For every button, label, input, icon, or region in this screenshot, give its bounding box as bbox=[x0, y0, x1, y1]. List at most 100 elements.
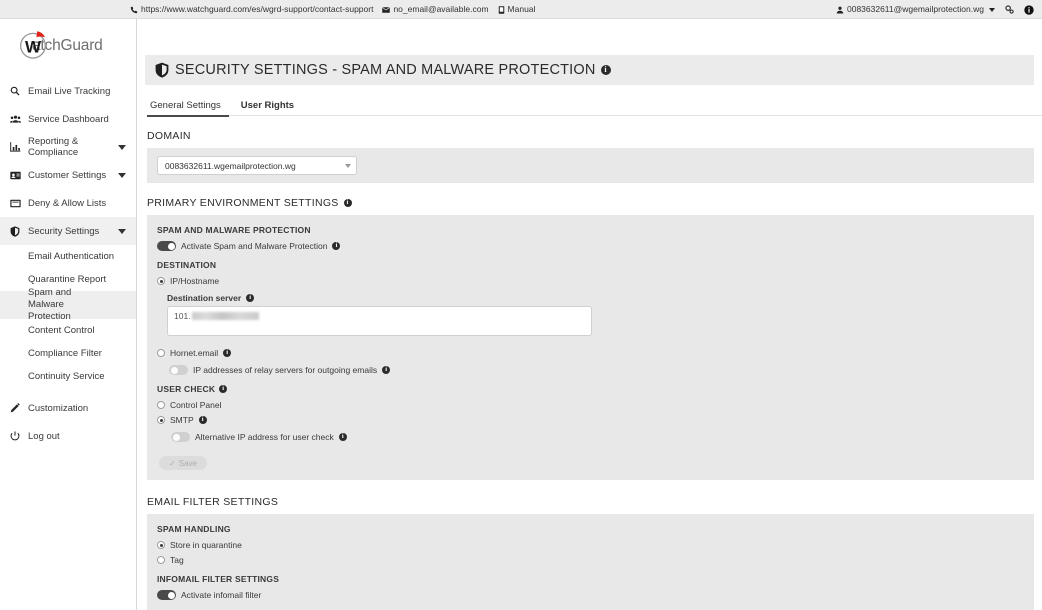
people-icon bbox=[10, 114, 28, 124]
sidebar-label: Service Dashboard bbox=[28, 114, 126, 125]
sidebar-subitem-continuity-service[interactable]: Continuity Service bbox=[0, 365, 136, 388]
info-icon[interactable]: i bbox=[246, 294, 254, 302]
destination-option-label: IP/Hostname bbox=[170, 276, 219, 286]
manual-link[interactable]: Manual bbox=[498, 5, 536, 14]
manual-book-icon bbox=[498, 6, 505, 14]
relay-servers-row: IP addresses of relay servers for outgoi… bbox=[169, 363, 1034, 377]
support-url-link[interactable]: https://www.watchguard.com/es/wgrd-suppo… bbox=[130, 5, 373, 14]
sidebar-item-deny-allow-lists[interactable]: Deny & Allow Lists bbox=[0, 189, 136, 217]
sidebar-sublabel: Email Authentication bbox=[28, 251, 114, 263]
relay-servers-toggle[interactable] bbox=[169, 365, 188, 375]
radio-icon[interactable] bbox=[157, 349, 165, 357]
sidebar-item-customization[interactable]: Customization bbox=[0, 394, 136, 422]
id-card-icon bbox=[10, 171, 28, 180]
support-url-text: https://www.watchguard.com/es/wgrd-suppo… bbox=[141, 5, 373, 14]
sidebar-sublabel: Compliance Filter bbox=[28, 348, 102, 360]
info-icon[interactable]: i bbox=[199, 416, 207, 424]
infomail-group-label: INFOMAIL FILTER SETTINGS bbox=[157, 574, 1034, 584]
sidebar-item-customer-settings[interactable]: Customer Settings bbox=[0, 161, 136, 189]
bar-chart-icon bbox=[10, 142, 28, 152]
destination-server-label: Destination server i bbox=[167, 293, 1034, 303]
destination-server-input[interactable]: 101. bbox=[167, 306, 592, 336]
save-button-label: Save bbox=[179, 459, 197, 468]
shield-icon bbox=[10, 226, 28, 237]
alternative-ip-toggle[interactable] bbox=[171, 432, 190, 442]
radio-icon[interactable] bbox=[157, 277, 165, 285]
sidebar-label: Security Settings bbox=[28, 226, 118, 237]
tab-general-settings[interactable]: General Settings bbox=[147, 100, 229, 117]
chevron-down-icon[interactable] bbox=[118, 229, 126, 234]
sidebar-label: Customer Settings bbox=[28, 170, 118, 181]
spam-malware-group-label: SPAM AND MALWARE PROTECTION bbox=[157, 225, 1034, 235]
mail-icon bbox=[382, 6, 390, 14]
sidebar-sublabel: Quarantine Report bbox=[28, 274, 106, 286]
sidebar-label: Deny & Allow Lists bbox=[28, 198, 126, 209]
save-button[interactable]: ✓ Save bbox=[159, 456, 207, 470]
tab-user-rights[interactable]: User Rights bbox=[238, 100, 302, 116]
sidebar-item-log-out[interactable]: Log out bbox=[0, 422, 136, 450]
chevron-down-icon bbox=[989, 8, 995, 12]
primary-env-heading-text: PRIMARY ENVIRONMENT SETTINGS bbox=[147, 197, 339, 209]
radio-icon[interactable] bbox=[157, 541, 165, 549]
spam-handling-option-store[interactable]: Store in quarantine bbox=[157, 538, 1034, 552]
domain-section-heading: DOMAIN bbox=[147, 130, 1042, 142]
chevron-down-icon[interactable] bbox=[345, 164, 351, 168]
info-icon[interactable] bbox=[1024, 5, 1034, 15]
destination-option-hornet-email[interactable]: Hornet.email i bbox=[157, 346, 1034, 360]
domain-select[interactable]: 0083632611.wgemailprotection.wg bbox=[157, 156, 357, 175]
topbar-account-area: 0083632611@wgemailprotection.wg bbox=[836, 0, 1034, 19]
support-email-link[interactable]: no_email@available.com bbox=[382, 5, 488, 14]
radio-icon[interactable] bbox=[157, 416, 165, 424]
activate-infomail-toggle[interactable] bbox=[157, 590, 176, 600]
user-check-option-smtp[interactable]: SMTP i bbox=[157, 413, 1034, 427]
activate-infomail-row: Activate infomail filter bbox=[157, 588, 1034, 602]
email-filter-heading-text: EMAIL FILTER SETTINGS bbox=[147, 496, 278, 508]
domain-select-value: 0083632611.wgemailprotection.wg bbox=[165, 161, 345, 171]
sidebar-sublabel: Content Control bbox=[28, 325, 95, 337]
info-icon[interactable]: i bbox=[332, 242, 340, 250]
sidebar-subitem-spam-and-malware-protection[interactable]: Spam and Malware Protection bbox=[0, 291, 136, 319]
svg-text:W: W bbox=[25, 37, 42, 56]
info-icon[interactable]: i bbox=[382, 366, 390, 374]
sidebar-label: Reporting & Compliance bbox=[28, 136, 118, 158]
info-icon[interactable]: i bbox=[601, 65, 611, 75]
radio-icon[interactable] bbox=[157, 556, 165, 564]
destination-option-label: Hornet.email bbox=[170, 348, 218, 358]
radio-icon[interactable] bbox=[157, 401, 165, 409]
user-check-option-control-panel[interactable]: Control Panel bbox=[157, 398, 1034, 412]
spam-handling-option-tag[interactable]: Tag bbox=[157, 553, 1034, 567]
chevron-down-icon[interactable] bbox=[118, 145, 126, 150]
user-check-group-text: USER CHECK bbox=[157, 384, 215, 394]
sidebar-subitem-compliance-filter[interactable]: Compliance Filter bbox=[0, 342, 136, 365]
info-icon[interactable]: i bbox=[219, 385, 227, 393]
sidebar-item-service-dashboard[interactable]: Service Dashboard bbox=[0, 105, 136, 133]
gear-icon[interactable] bbox=[1004, 4, 1015, 15]
sidebar-item-reporting-compliance[interactable]: Reporting & Compliance bbox=[0, 133, 136, 161]
top-utility-bar: https://www.watchguard.com/es/wgrd-suppo… bbox=[0, 0, 1042, 19]
sidebar-label: Email Live Tracking bbox=[28, 86, 126, 97]
account-menu[interactable]: 0083632611@wgemailprotection.wg bbox=[836, 5, 995, 14]
sidebar-sublabel: Continuity Service bbox=[28, 371, 105, 383]
primary-env-heading: PRIMARY ENVIRONMENT SETTINGS i bbox=[147, 197, 1042, 209]
sidebar-item-security-settings[interactable]: Security Settings bbox=[0, 217, 136, 245]
info-icon[interactable]: i bbox=[344, 199, 352, 207]
destination-option-ip-hostname[interactable]: IP/Hostname bbox=[157, 274, 1034, 288]
sidebar-item-email-live-tracking[interactable]: Email Live Tracking bbox=[0, 77, 136, 105]
chevron-down-icon[interactable] bbox=[118, 173, 126, 178]
spam-malware-group-text: SPAM AND MALWARE PROTECTION bbox=[157, 225, 311, 235]
monitor-icon bbox=[10, 199, 28, 208]
sidebar-nav: Email Live Tracking Service Dashboard Re… bbox=[0, 73, 136, 450]
sidebar-subitem-email-authentication[interactable]: Email Authentication bbox=[0, 245, 136, 268]
manual-label: Manual bbox=[508, 5, 536, 14]
page-title-text: SECURITY SETTINGS - SPAM AND MALWARE PRO… bbox=[175, 62, 596, 78]
domain-panel: 0083632611.wgemailprotection.wg bbox=[147, 148, 1034, 183]
main-content: SECURITY SETTINGS - SPAM AND MALWARE PRO… bbox=[137, 19, 1042, 610]
sidebar-label: Log out bbox=[28, 431, 126, 442]
sidebar-label: Customization bbox=[28, 403, 126, 414]
watchguard-logo[interactable]: W atchGuard bbox=[0, 19, 136, 73]
activate-spam-malware-row: Activate Spam and Malware Protection i bbox=[157, 239, 1034, 253]
activate-spam-malware-toggle[interactable] bbox=[157, 241, 176, 251]
info-icon[interactable]: i bbox=[339, 433, 347, 441]
info-icon[interactable]: i bbox=[223, 349, 231, 357]
destination-group-text: DESTINATION bbox=[157, 260, 216, 270]
